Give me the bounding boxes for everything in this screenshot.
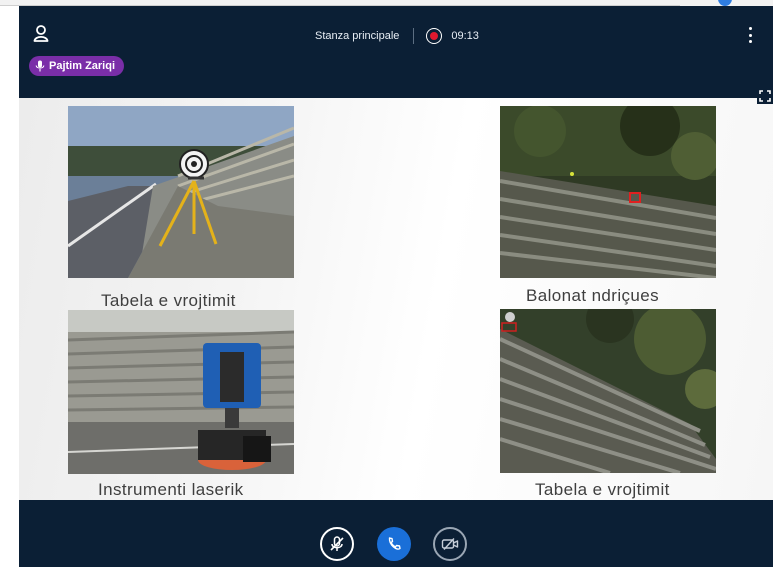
shared-screen: Tabela e vrojtimit Balonat ndriçues Inst… <box>19 88 773 500</box>
phone-icon <box>388 537 401 550</box>
meeting-window: Pajtim Zariqi Stanza principale 09:13 Ta… <box>19 6 773 567</box>
microphone-icon <box>35 60 45 72</box>
caption-bottom-right: Tabela e vrojtimit <box>535 480 670 499</box>
mute-button[interactable] <box>320 527 354 561</box>
caption-top-left: Tabela e vrojtimit <box>101 291 236 310</box>
recording-timer: 09:13 <box>451 30 479 42</box>
camera-off-icon <box>441 538 459 550</box>
photo-observation-wall <box>500 309 716 473</box>
end-call-button[interactable] <box>377 527 411 561</box>
more-vertical-icon[interactable] <box>745 26 755 44</box>
record-icon <box>426 28 443 44</box>
user-icon[interactable] <box>33 24 49 42</box>
caption-top-right: Balonat ndriçues <box>526 286 660 305</box>
photo-observation-target <box>68 106 294 278</box>
photo-laser-instrument <box>68 310 294 474</box>
meeting-header: Pajtim Zariqi Stanza principale 09:13 <box>19 6 773 98</box>
active-speaker-badge: Pajtim Zariqi <box>29 56 125 76</box>
call-controls <box>19 500 773 567</box>
expand-icon[interactable] <box>757 88 773 104</box>
caption-bottom-left: Instrumenti laserik <box>98 480 244 499</box>
camera-button[interactable] <box>433 527 467 561</box>
photo-reflective-balloons <box>500 106 716 278</box>
divider <box>413 28 415 44</box>
room-name[interactable]: Stanza principale <box>315 30 399 42</box>
mic-off-icon <box>330 536 344 551</box>
room-info: Stanza principale 09:13 <box>315 28 479 44</box>
participant-name: Pajtim Zariqi <box>49 60 116 72</box>
